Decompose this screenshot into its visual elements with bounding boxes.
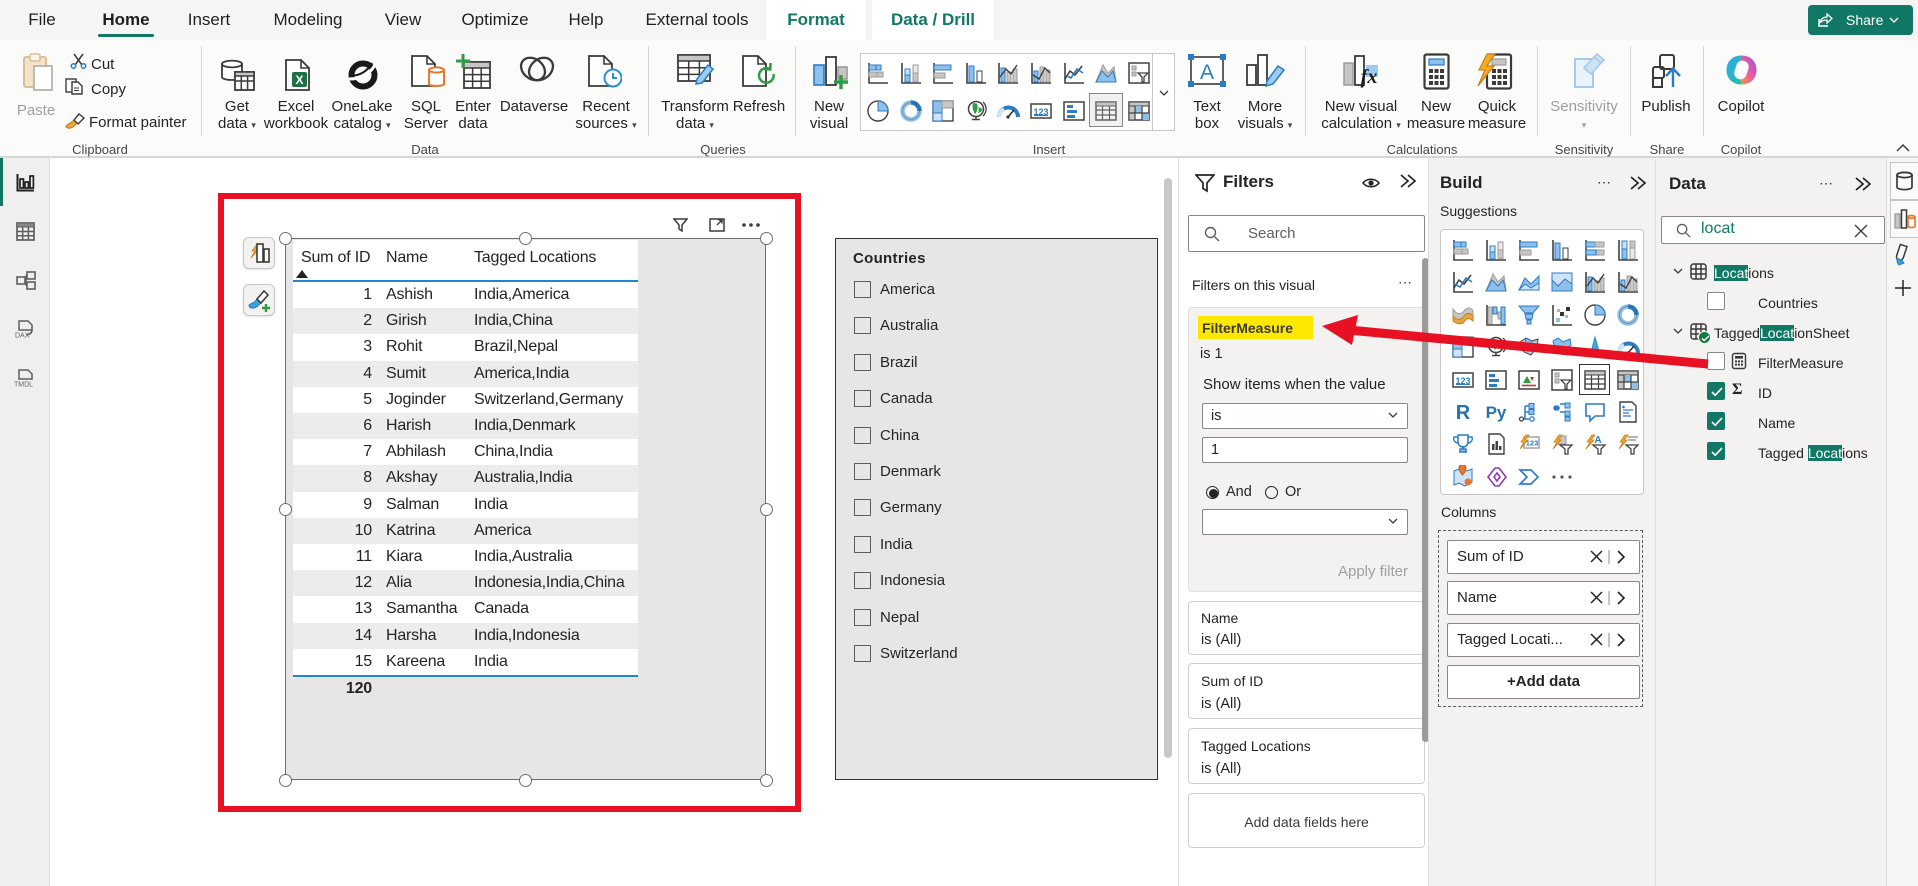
svg-text:Py: Py [1486, 403, 1507, 422]
svg-text:fx: fx [1361, 66, 1378, 88]
svg-text:X: X [295, 73, 303, 87]
svg-text:DAX: DAX [15, 333, 30, 340]
svg-text:A: A [1200, 61, 1214, 84]
svg-text:TMDL: TMDL [14, 382, 33, 389]
svg-text:R: R [1456, 402, 1471, 424]
